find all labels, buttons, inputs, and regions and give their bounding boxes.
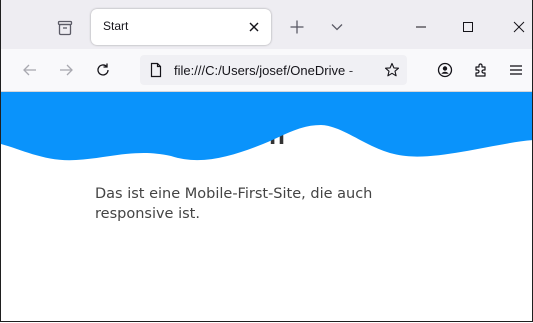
reload-button[interactable]: [91, 58, 115, 82]
window-close-button[interactable]: [506, 15, 532, 39]
tab-overview-button[interactable]: [51, 16, 79, 40]
navigation-toolbar: file:///C:/Users/josef/OneDrive -: [1, 49, 532, 92]
minimize-icon: [415, 21, 427, 33]
forward-button[interactable]: [54, 58, 78, 82]
page-viewport: n Das ist eine Mobile-First-Site, die au…: [1, 92, 532, 321]
tab-strip: Start: [1, 0, 532, 49]
plus-icon: [289, 19, 305, 35]
tab-overview-icon: [57, 20, 73, 36]
close-icon: [248, 21, 260, 33]
extensions-icon: [473, 62, 489, 78]
back-button[interactable]: [18, 58, 42, 82]
url-text[interactable]: file:///C:/Users/josef/OneDrive -: [174, 63, 370, 78]
page-icon[interactable]: [148, 62, 164, 78]
tab-start[interactable]: Start: [91, 9, 271, 45]
wave-banner: [1, 92, 532, 161]
account-button[interactable]: [433, 58, 457, 82]
new-tab-button[interactable]: [285, 15, 309, 39]
close-icon: [513, 21, 525, 33]
account-icon: [437, 62, 453, 78]
extensions-button[interactable]: [469, 58, 493, 82]
maximize-button[interactable]: [456, 15, 480, 39]
minimize-button[interactable]: [409, 15, 433, 39]
tab-close-button[interactable]: [244, 17, 264, 37]
tab-title: Start: [103, 19, 129, 33]
reload-icon: [95, 62, 111, 78]
chevron-down-icon: [330, 20, 344, 34]
url-bar[interactable]: file:///C:/Users/josef/OneDrive -: [140, 55, 407, 85]
menu-button[interactable]: [504, 58, 528, 82]
hamburger-menu-icon: [509, 63, 523, 77]
intro-text: Das ist eine Mobile-First-Site, die auch…: [95, 186, 373, 222]
list-all-tabs-button[interactable]: [325, 15, 349, 39]
bookmark-button[interactable]: [382, 60, 402, 80]
wave-shape: [1, 92, 532, 161]
back-arrow-icon: [22, 62, 38, 78]
maximize-icon: [462, 21, 474, 33]
browser-window: Start file:///C:/Users/josef/OneDrive - …: [0, 0, 533, 322]
star-icon: [384, 62, 400, 78]
forward-arrow-icon: [58, 62, 74, 78]
